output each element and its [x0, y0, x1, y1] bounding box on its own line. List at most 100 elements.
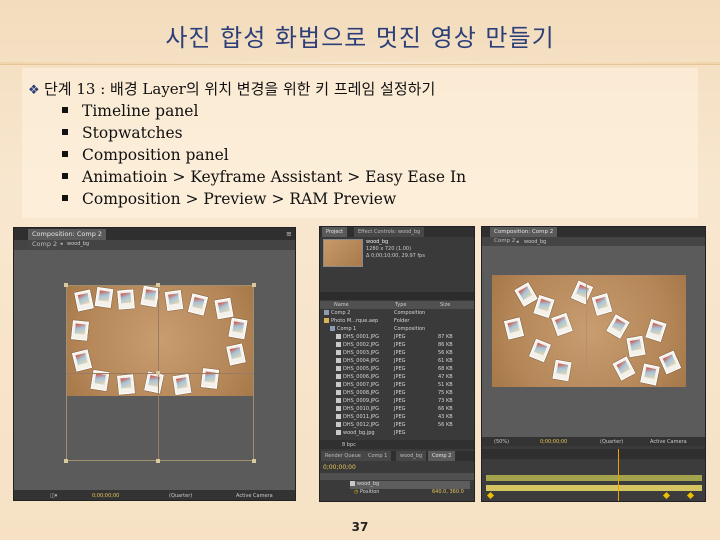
breadcrumb-arrow-icon: ◂ — [60, 241, 63, 247]
project-item-row[interactable]: DHS_0006.JPG JPEG 47 KB — [336, 374, 474, 382]
photo-thumbnail — [591, 293, 613, 316]
asset-name: wood_bg — [366, 239, 389, 245]
layer-handle[interactable] — [64, 283, 68, 287]
image-file-icon — [336, 374, 341, 379]
composition-panel-screenshot-right: Composition: Comp 2 Comp 2 ◂ wood_bg (50… — [481, 226, 706, 502]
layer-handle[interactable] — [64, 459, 68, 463]
list-item: Composition > Preview > RAM Preview — [62, 188, 466, 210]
project-item-row[interactable]: DHS_0005.JPG JPEG 68 KB — [336, 366, 474, 374]
motion-path-line — [586, 275, 587, 387]
timeline-layer-row[interactable]: wood_bg — [350, 481, 470, 489]
list-item-text: Composition > Preview > RAM Preview — [82, 190, 397, 208]
asset-duration: Δ 0;00;10;00, 29.97 fps — [366, 253, 425, 259]
timeline-property-row[interactable]: ◷ Position 640.0, 360.0 — [354, 489, 470, 497]
tab-render-queue[interactable]: Render Queue — [321, 451, 365, 461]
list-item-text: Stopwatches — [82, 124, 183, 142]
project-item-row[interactable]: Comp 2 Composition — [324, 310, 474, 318]
photo-thumbnail — [645, 318, 667, 343]
image-file-icon — [336, 358, 341, 363]
tab-comp-1[interactable]: Comp 1 — [364, 451, 392, 461]
time-ruler[interactable] — [482, 449, 705, 459]
camera-dropdown[interactable]: Active Camera — [650, 439, 687, 445]
image-file-icon — [336, 382, 341, 387]
square-bullet-icon — [62, 195, 68, 201]
tab-effect-controls[interactable]: Effect Controls: wood_bg — [354, 227, 425, 237]
title-divider — [0, 62, 720, 65]
layer-handle[interactable] — [156, 283, 160, 287]
square-bullet-icon — [62, 151, 68, 157]
column-name[interactable]: Name — [334, 302, 349, 308]
timeline-timecode[interactable]: 0;00;00;00 — [323, 464, 356, 471]
breadcrumb-comp[interactable]: Comp 2 — [28, 240, 62, 249]
composition-canvas[interactable] — [492, 275, 686, 387]
list-item-text: Composition panel — [82, 146, 229, 164]
image-file-icon — [336, 414, 341, 419]
zoom-dropdown[interactable]: (50%) — [494, 439, 509, 445]
image-file-icon — [336, 334, 341, 339]
photo-thumbnail — [612, 356, 636, 381]
project-item-row[interactable]: Photo M...rque.aep Folder — [324, 318, 474, 326]
project-item-row[interactable]: wood_bg.jpg JPEG — [336, 430, 474, 438]
image-file-icon — [336, 398, 341, 403]
project-item-row[interactable]: DHS_0001.JPG JPEG 87 KB — [336, 334, 474, 342]
project-item-row[interactable]: DHS_0012.JPG JPEG 56 KB — [336, 422, 474, 430]
layer-duration-bar[interactable] — [486, 485, 702, 491]
layer-handle[interactable] — [156, 459, 160, 463]
column-size[interactable]: Size — [440, 302, 450, 308]
project-item-row[interactable]: Comp 1 Composition — [330, 326, 474, 334]
layer-duration-bar[interactable] — [486, 475, 702, 481]
list-item: Timeline panel — [62, 100, 466, 122]
column-type[interactable]: Type — [395, 302, 406, 308]
asset-thumbnail — [323, 239, 363, 267]
asset-resolution: 1280 x 720 (1.00) — [366, 246, 412, 252]
image-file-icon — [336, 422, 341, 427]
project-item-row[interactable]: DHS_0003.JPG JPEG 56 KB — [336, 350, 474, 358]
layer-handle[interactable] — [252, 283, 256, 287]
magnification-icon[interactable]: ◫▾ — [50, 493, 57, 499]
breadcrumb-layer[interactable]: wood_bg — [524, 239, 546, 245]
project-panel-screenshot: Project Effect Controls: wood_bg wood_bg… — [319, 226, 475, 502]
camera-dropdown[interactable]: Active Camera — [236, 493, 273, 499]
layer-icon — [350, 481, 355, 486]
tab-comp-2[interactable]: Comp 2 — [428, 451, 456, 461]
resolution-dropdown[interactable]: (Quarter) — [600, 439, 623, 445]
tab-wood-bg[interactable]: wood_bg — [396, 451, 427, 461]
tab-composition[interactable]: Composition: Comp 2 — [490, 227, 558, 237]
resolution-dropdown[interactable]: (Quarter) — [169, 493, 192, 499]
breadcrumb-comp[interactable]: Comp 2 — [490, 237, 520, 246]
slide: 사진 합성 화법으로 멋진 영상 만들기 ❖ 단계 13 : 배경 Layer의 … — [0, 0, 720, 540]
photo-thumbnail — [606, 314, 630, 339]
bit-depth-button[interactable]: 8 bpc — [342, 442, 356, 448]
timecode-display[interactable]: 0;00;00;00 — [540, 439, 567, 445]
timecode-display[interactable]: 0;00;00;00 — [92, 493, 119, 499]
search-bar[interactable] — [320, 292, 474, 300]
square-bullet-icon — [62, 173, 68, 179]
photo-thumbnail — [658, 350, 682, 375]
project-item-row[interactable]: DHS_0007.JPG JPEG 51 KB — [336, 382, 474, 390]
panel-menu-icon[interactable]: ≡ — [286, 230, 292, 238]
anchor-point-handle[interactable] — [156, 371, 160, 375]
composition-icon — [324, 310, 329, 315]
list-item-text: Timeline panel — [82, 102, 199, 120]
project-item-row[interactable]: DHS_0008.JPG JPEG 75 KB — [336, 390, 474, 398]
project-item-row[interactable]: DHS_0004.JPG JPEG 61 KB — [336, 358, 474, 366]
tab-project[interactable]: Project — [322, 227, 348, 237]
tab-composition[interactable]: Composition: Comp 2 — [28, 229, 107, 240]
project-item-row[interactable]: DHS_0010.JPG JPEG 66 KB — [336, 406, 474, 414]
image-file-icon — [336, 366, 341, 371]
stopwatch-icon[interactable]: ◷ — [354, 489, 358, 495]
photo-thumbnail — [626, 335, 646, 358]
current-time-indicator[interactable] — [618, 449, 619, 501]
project-item-row[interactable]: DHS_0002.JPG JPEG 86 KB — [336, 342, 474, 350]
image-file-icon — [336, 342, 341, 347]
list-item: Composition panel — [62, 144, 466, 166]
breadcrumb-layer[interactable]: wood_bg — [67, 241, 89, 247]
page-number: 37 — [351, 520, 369, 534]
layer-handle[interactable] — [252, 459, 256, 463]
guide-line — [66, 373, 254, 374]
timeline-column-header — [320, 473, 474, 480]
project-item-row[interactable]: DHS_0009.JPG JPEG 73 KB — [336, 398, 474, 406]
project-item-row[interactable]: DHS_0011.JPG JPEG 43 KB — [336, 414, 474, 422]
slide-title: 사진 합성 화법으로 멋진 영상 만들기 — [165, 24, 555, 52]
square-bullet-icon — [62, 107, 68, 113]
